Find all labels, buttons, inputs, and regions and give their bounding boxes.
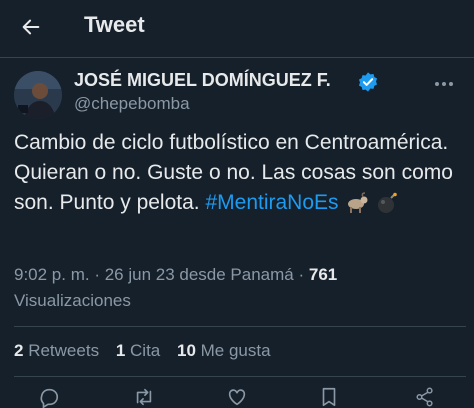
arrow-left-icon [22, 19, 40, 35]
more-options-icon[interactable] [432, 72, 456, 96]
tweet-date-place[interactable]: 26 jun 23 desde Panamá [105, 265, 294, 284]
verified-badge-icon [358, 72, 378, 92]
views-label: Visualizaciones [14, 291, 131, 310]
engagement-stats: 2 Retweets 1 Cita 10 Me gusta [14, 341, 283, 361]
tweet-time[interactable]: 9:02 p. m. [14, 265, 90, 284]
tweet-metadata: 9:02 p. m. · 26 jun 23 desde Panamá · 76… [14, 265, 338, 310]
avatar-photo [14, 71, 62, 119]
quotes-stat[interactable]: 1 Cita [116, 341, 160, 360]
bookmark-icon[interactable] [318, 386, 340, 408]
divider [14, 376, 466, 377]
top-bar: Tweet [0, 0, 474, 52]
share-icon[interactable] [414, 386, 436, 408]
author-display-name[interactable]: JOSÉ MIGUEL DOMÍNGUEZ F. [74, 70, 331, 91]
author-handle[interactable]: @chepebomba [74, 94, 190, 114]
reply-icon[interactable] [38, 386, 60, 408]
page-title: Tweet [84, 12, 145, 37]
likes-stat[interactable]: 10 Me gusta [177, 341, 271, 360]
avatar[interactable] [14, 71, 62, 119]
bomb-emoji-icon [378, 193, 398, 214]
retweets-stat[interactable]: 2 Retweets [14, 341, 99, 360]
action-bar [0, 386, 474, 408]
hashtag-link[interactable]: #MentiraNoEs [205, 191, 338, 214]
divider [0, 57, 474, 58]
goat-emoji-icon [348, 192, 368, 214]
divider [14, 326, 466, 327]
back-button[interactable] [14, 10, 48, 44]
tweet-text: Cambio de ciclo futbolístico en Centroam… [14, 128, 466, 218]
like-icon[interactable] [226, 386, 248, 408]
views-count: 761 [308, 265, 338, 284]
retweet-icon[interactable] [133, 386, 155, 408]
